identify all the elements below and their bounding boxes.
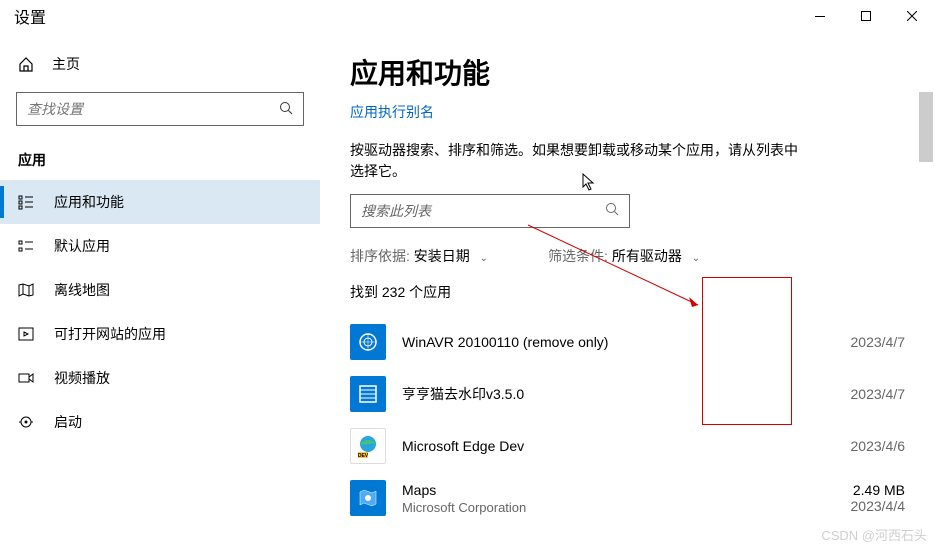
home-label: 主页 [52,54,80,74]
app-name: Microsoft Edge Dev [402,438,809,454]
nav-label: 离线地图 [54,280,110,300]
nav-label: 应用和功能 [54,192,124,212]
app-meta: 2023/4/7 [825,334,905,350]
app-icon [350,480,386,516]
content: 应用和功能 应用执行别名 按驱动器搜索、排序和筛选。如果想要卸载或移动某个应用，… [320,32,935,550]
titlebar-controls [797,0,935,32]
titlebar: 设置 [0,0,935,32]
main-container: 主页 应用 应用和功能 默认应用 [0,32,935,550]
nav-label: 默认应用 [54,236,110,256]
sidebar-search-input[interactable] [27,101,279,117]
filter-value: 所有驱动器 [612,248,682,264]
nav-label: 可打开网站的应用 [54,324,166,344]
app-info: WinAVR 20100110 (remove only) [402,334,809,350]
app-info: Maps Microsoft Corporation [402,482,809,515]
startup-icon [18,414,34,430]
nav-startup[interactable]: 启动 [0,400,320,444]
website-icon [18,326,34,342]
list-icon [18,194,34,210]
description: 按驱动器搜索、排序和筛选。如果想要卸载或移动某个应用，请从列表中选择它。 [350,140,810,182]
search-icon [279,101,293,118]
page-title: 应用和功能 [350,52,905,92]
app-icon [350,324,386,360]
sort-dropdown[interactable]: 排序依据: 安装日期 ⌄ [350,246,488,266]
filters: 排序依据: 安装日期 ⌄ 筛选条件: 所有驱动器 ⌄ [350,246,905,266]
app-date: 2023/4/4 [825,498,905,514]
app-info: 亨亨猫去水印v3.5.0 [402,384,809,404]
app-icon [350,376,386,412]
app-meta: 2023/4/6 [825,438,905,454]
sidebar: 主页 应用 应用和功能 默认应用 [0,32,320,550]
defaults-icon [18,238,34,254]
video-icon [18,370,34,386]
scrollbar[interactable] [919,92,933,162]
app-size: 2.49 MB [825,482,905,498]
home-icon [18,56,34,72]
chevron-down-icon: ⌄ [692,253,700,264]
svg-text:DEV: DEV [358,453,369,459]
app-date: 2023/4/7 [825,334,905,350]
filter-label: 筛选条件: [548,248,608,264]
chevron-down-icon: ⌄ [480,253,488,264]
nav-label: 启动 [54,412,82,432]
app-name: WinAVR 20100110 (remove only) [402,334,809,350]
app-name: Maps [402,482,809,498]
nav-apps-features[interactable]: 应用和功能 [0,180,320,224]
nav-offline-maps[interactable]: 离线地图 [0,268,320,312]
app-date: 2023/4/7 [825,386,905,402]
app-icon: DEV [350,428,386,464]
filter-dropdown[interactable]: 筛选条件: 所有驱动器 ⌄ [548,246,700,266]
sidebar-search[interactable] [16,92,304,126]
nav-video-playback[interactable]: 视频播放 [0,356,320,400]
home-link[interactable]: 主页 [0,44,320,84]
app-count: 找到 232 个应用 [350,282,905,302]
nav-website-apps[interactable]: 可打开网站的应用 [0,312,320,356]
maximize-button[interactable] [843,0,889,32]
app-publisher: Microsoft Corporation [402,500,809,515]
sort-value: 安装日期 [414,248,470,264]
app-item[interactable]: DEV Microsoft Edge Dev 2023/4/6 [350,420,905,472]
app-item[interactable]: 亨亨猫去水印v3.5.0 2023/4/7 [350,368,905,420]
window-title: 设置 [14,4,46,28]
app-item[interactable]: Maps Microsoft Corporation 2.49 MB 2023/… [350,472,905,524]
watermark: CSDN @河西石头 [821,525,927,544]
section-header: 应用 [0,144,320,180]
app-name: 亨亨猫去水印v3.5.0 [402,384,809,404]
app-date: 2023/4/6 [825,438,905,454]
search-icon [605,202,619,221]
list-search-input[interactable] [361,203,605,219]
nav-default-apps[interactable]: 默认应用 [0,224,320,268]
map-icon [18,282,34,298]
list-search[interactable] [350,194,630,228]
app-meta: 2.49 MB 2023/4/4 [825,482,905,514]
app-list: WinAVR 20100110 (remove only) 2023/4/7 亨… [350,316,905,524]
close-button[interactable] [889,0,935,32]
app-item[interactable]: WinAVR 20100110 (remove only) 2023/4/7 [350,316,905,368]
sort-label: 排序依据: [350,248,410,264]
app-aliases-link[interactable]: 应用执行别名 [350,102,434,122]
app-info: Microsoft Edge Dev [402,438,809,454]
minimize-button[interactable] [797,0,843,32]
app-meta: 2023/4/7 [825,386,905,402]
nav-label: 视频播放 [54,368,110,388]
